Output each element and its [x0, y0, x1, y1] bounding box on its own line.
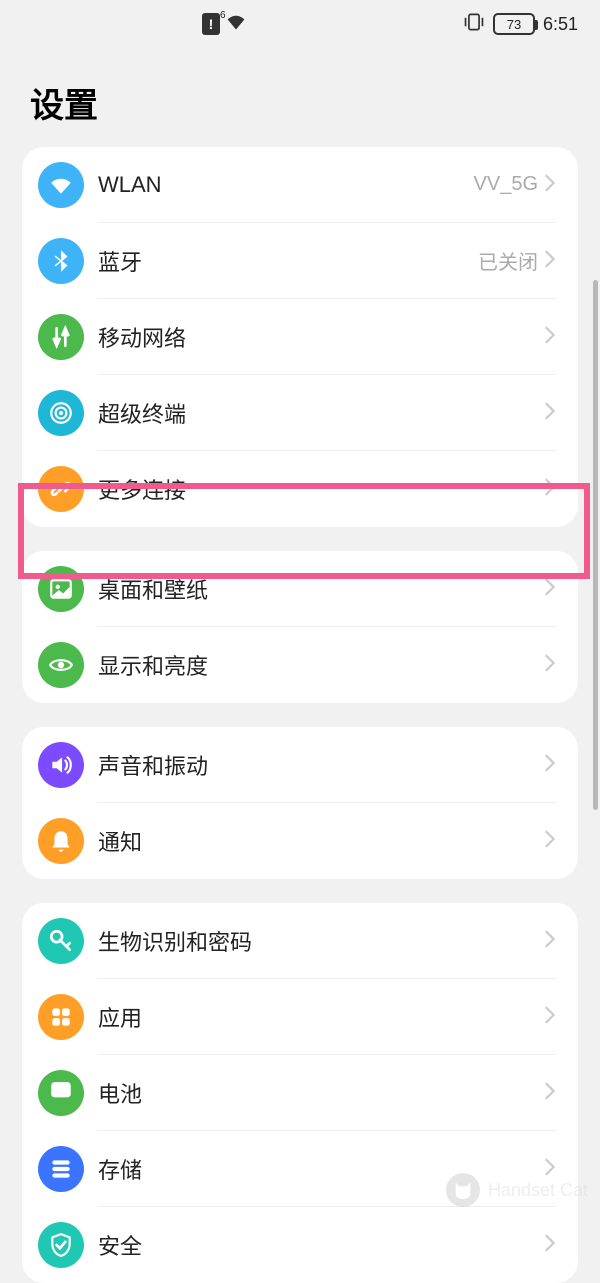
storage-icon [38, 1146, 84, 1192]
chevron-right-icon [544, 476, 556, 502]
mobile-data-icon [38, 314, 84, 360]
eye-icon [38, 642, 84, 688]
chevron-right-icon [544, 752, 556, 778]
row-label: 蓝牙 [98, 245, 478, 277]
settings-row-home-wallpaper[interactable]: 桌面和壁纸 [22, 551, 578, 627]
watermark-cat-icon [446, 1173, 480, 1207]
chevron-right-icon [544, 928, 556, 954]
link-icon [38, 466, 84, 512]
row-label: 桌面和壁纸 [98, 573, 544, 605]
row-value: VV_5G [474, 173, 538, 196]
settings-row-security[interactable]: 安全 [22, 1207, 578, 1283]
battery-icon [38, 1070, 84, 1116]
row-label: 更多连接 [98, 473, 544, 505]
settings-row-wlan[interactable]: WLANVV_5G [22, 147, 578, 223]
chevron-right-icon [544, 1232, 556, 1258]
clock: 6:51 [543, 14, 578, 35]
settings-group: WLANVV_5G蓝牙已关闭移动网络超级终端更多连接 [22, 147, 578, 527]
sim-alert-icon: ! [202, 13, 220, 35]
settings-row-super-device[interactable]: 超级终端 [22, 375, 578, 451]
chevron-right-icon [544, 652, 556, 678]
status-bar: ! 6 73 6:51 [0, 0, 600, 48]
settings-group: 桌面和壁纸显示和亮度 [22, 551, 578, 703]
settings-row-apps[interactable]: 应用 [22, 979, 578, 1055]
row-label: 显示和亮度 [98, 649, 544, 681]
settings-row-biometrics-password[interactable]: 生物识别和密码 [22, 903, 578, 979]
settings-row-sound-vibration[interactable]: 声音和振动 [22, 727, 578, 803]
row-label: 通知 [98, 825, 544, 857]
settings-row-mobile-network[interactable]: 移动网络 [22, 299, 578, 375]
page-title: 设置 [0, 48, 600, 147]
vibrate-icon [463, 12, 485, 37]
image-icon [38, 566, 84, 612]
row-label: WLAN [98, 172, 474, 198]
radar-icon [38, 390, 84, 436]
row-label: 超级终端 [98, 397, 544, 429]
chevron-right-icon [544, 576, 556, 602]
chevron-right-icon [544, 172, 556, 198]
row-label: 电池 [98, 1077, 544, 1109]
wifi-icon [38, 162, 84, 208]
row-label: 生物识别和密码 [98, 925, 544, 957]
apps-icon [38, 994, 84, 1040]
wifi-status-icon: 6 [226, 14, 246, 35]
settings-row-bluetooth[interactable]: 蓝牙已关闭 [22, 223, 578, 299]
row-label: 安全 [98, 1229, 544, 1261]
key-icon [38, 918, 84, 964]
volume-icon [38, 742, 84, 788]
chevron-right-icon [544, 400, 556, 426]
chevron-right-icon [544, 828, 556, 854]
settings-row-display-brightness[interactable]: 显示和亮度 [22, 627, 578, 703]
chevron-right-icon [544, 1080, 556, 1106]
shield-icon [38, 1222, 84, 1268]
settings-group: 声音和振动通知 [22, 727, 578, 879]
settings-row-notifications[interactable]: 通知 [22, 803, 578, 879]
settings-row-battery[interactable]: 电池 [22, 1055, 578, 1131]
battery-indicator: 73 [493, 13, 535, 35]
chevron-right-icon [544, 248, 556, 274]
row-label: 移动网络 [98, 321, 544, 353]
bluetooth-icon [38, 238, 84, 284]
row-label: 应用 [98, 1001, 544, 1033]
watermark: Handset Cat [446, 1173, 588, 1207]
bell-icon [38, 818, 84, 864]
scrollbar[interactable] [593, 280, 598, 810]
settings-row-more-connections[interactable]: 更多连接 [22, 451, 578, 527]
row-label: 声音和振动 [98, 749, 544, 781]
row-value: 已关闭 [478, 246, 538, 275]
settings-group: 生物识别和密码应用电池存储安全 [22, 903, 578, 1283]
chevron-right-icon [544, 324, 556, 350]
chevron-right-icon [544, 1004, 556, 1030]
